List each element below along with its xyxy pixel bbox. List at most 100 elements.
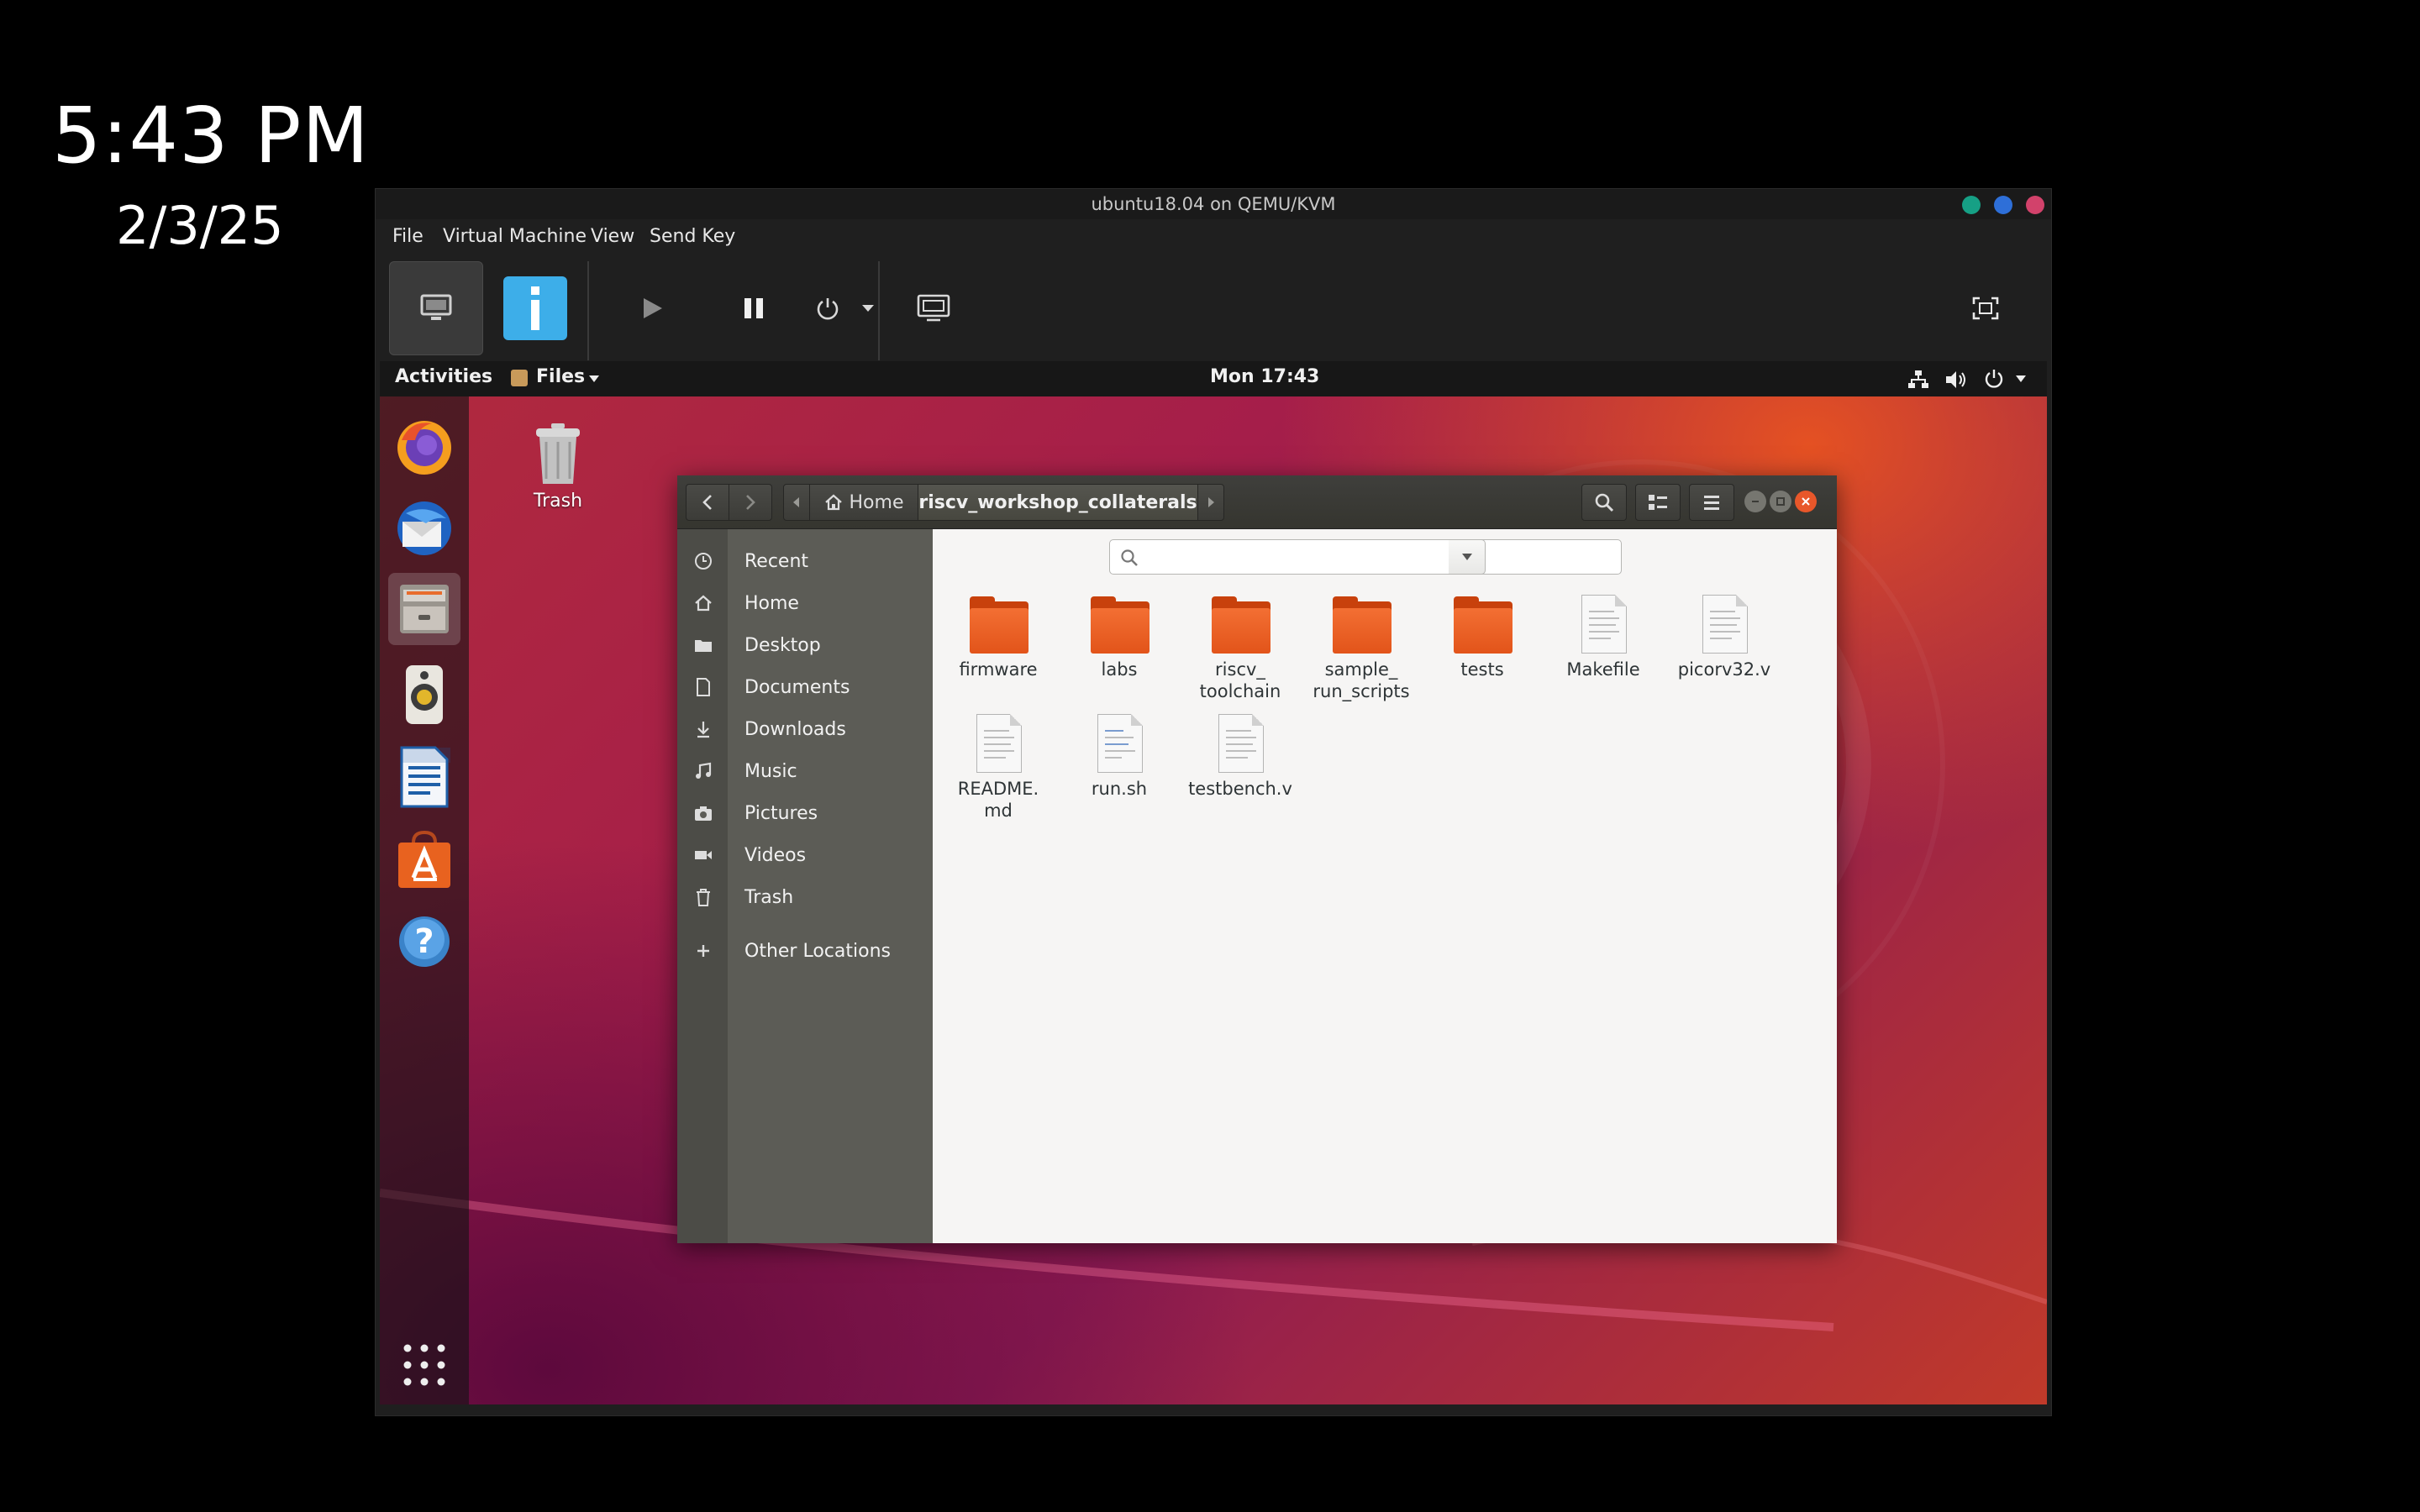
maximize-button[interactable] <box>1994 196 2012 214</box>
sidebar-item-other-locations[interactable]: Other Locations <box>677 930 933 972</box>
desktop-trash[interactable]: Trash <box>514 417 602 517</box>
folder-icon <box>1333 595 1392 655</box>
folder-icon <box>1091 595 1150 655</box>
sidebar-item-label: Downloads <box>744 719 846 740</box>
back-button[interactable] <box>686 484 729 521</box>
folder-icon <box>970 595 1028 655</box>
sidebar-item-recent[interactable]: Recent <box>677 540 933 582</box>
sidebar-item-music[interactable]: Music <box>677 750 933 792</box>
sidebar-item-home[interactable]: Home <box>677 582 933 624</box>
file-item[interactable]: run.sh <box>1062 714 1176 832</box>
dock-help[interactable]: ? <box>388 906 460 978</box>
sidebar-item-trash[interactable]: Trash <box>677 876 933 918</box>
file-item[interactable]: Makefile <box>1546 595 1660 712</box>
view-toggle-button[interactable] <box>1635 484 1681 521</box>
chevron-left-icon <box>702 495 712 510</box>
sidebar-item-label: Pictures <box>744 803 818 824</box>
file-view[interactable]: firmware labs riscv_ toolchain sample_ r… <box>933 529 1837 1243</box>
file-item-label: tests <box>1460 659 1504 680</box>
network-icon[interactable] <box>1907 370 1929 390</box>
dock-ubuntu-software[interactable] <box>388 823 460 895</box>
host-clock-time: 5:43 PM <box>52 91 370 181</box>
search-icon <box>1121 549 1138 566</box>
dock-rhythmbox[interactable] <box>388 659 460 731</box>
path-current-button[interactable]: riscv_workshop_collaterals <box>918 484 1198 521</box>
file-item[interactable]: picorv32.v <box>1667 595 1781 712</box>
search-button[interactable] <box>1581 484 1627 521</box>
folder-item[interactable]: riscv_ toolchain <box>1183 595 1297 712</box>
window-close-button[interactable] <box>1795 491 1817 512</box>
path-home-button[interactable]: Home <box>809 484 918 521</box>
clock-icon <box>695 553 712 570</box>
dock-libreoffice-writer[interactable] <box>388 741 460 813</box>
show-applications-button[interactable] <box>388 1329 460 1401</box>
sidebar-item-pictures[interactable]: Pictures <box>677 792 933 834</box>
maximize-icon <box>1776 497 1785 506</box>
folder-item[interactable]: firmware <box>941 595 1055 712</box>
dock-firefox[interactable] <box>388 410 460 482</box>
forward-button[interactable] <box>729 484 772 521</box>
gnome-topbar: Activities Files Mon 17:43 <box>380 361 2047 396</box>
file-item-label: sample_ run_scripts <box>1313 659 1410 701</box>
window-maximize-button[interactable] <box>1770 491 1791 512</box>
file-item[interactable]: testbench.v <box>1183 714 1297 832</box>
topbar-clock[interactable]: Mon 17:43 <box>1210 366 1319 387</box>
fullscreen-button[interactable] <box>1939 261 2033 355</box>
search-input[interactable] <box>1109 539 1622 575</box>
files-app-icon <box>511 370 528 386</box>
sidebar-item-desktop[interactable]: Desktop <box>677 624 933 666</box>
text-file-icon <box>1212 714 1270 774</box>
chevron-down-icon <box>1461 554 1472 560</box>
close-button[interactable] <box>2026 196 2044 214</box>
chevron-down-icon[interactable] <box>2015 375 2027 383</box>
folder-item[interactable]: sample_ run_scripts <box>1304 595 1418 712</box>
files-headerbar: Home riscv_workshop_collaterals <box>677 475 1837 529</box>
details-view-button[interactable] <box>503 276 567 340</box>
help-icon: ? <box>399 916 450 967</box>
snapshots-button[interactable] <box>886 261 981 355</box>
path-scroll-left-button[interactable] <box>783 484 810 521</box>
path-home-label: Home <box>849 491 904 513</box>
shutdown-menu-button[interactable] <box>851 261 885 355</box>
folder-item[interactable]: tests <box>1425 595 1539 712</box>
sidebar-item-downloads[interactable]: Downloads <box>677 708 933 750</box>
power-icon <box>817 298 839 320</box>
folder-item[interactable]: labs <box>1062 595 1176 712</box>
power-icon[interactable] <box>1983 368 2005 390</box>
menu-virtual-machine[interactable]: Virtual Machine <box>443 226 587 247</box>
volume-icon[interactable] <box>1944 370 1968 390</box>
sidebar-item-videos[interactable]: Videos <box>677 834 933 876</box>
console-view-button[interactable] <box>389 261 483 355</box>
sidebar-item-documents[interactable]: Documents <box>677 666 933 708</box>
files-window: Home riscv_workshop_collaterals Recent H… <box>677 475 1837 1243</box>
toolbar-separator <box>878 261 880 360</box>
firefox-icon <box>397 421 451 475</box>
triangle-right-icon <box>1208 497 1214 507</box>
dock: ? <box>380 396 469 1404</box>
window-minimize-button[interactable] <box>1744 491 1766 512</box>
search-options-button[interactable] <box>1449 539 1486 575</box>
search-icon <box>1595 493 1614 512</box>
folder-icon <box>1212 595 1270 655</box>
guest-desktop[interactable]: Activities Files Mon 17:43 ? Trash Home … <box>380 361 2047 1404</box>
activities-button[interactable]: Activities <box>395 366 492 387</box>
run-button[interactable] <box>606 261 700 355</box>
app-menu-files[interactable]: Files <box>536 366 585 387</box>
file-item-label: run.sh <box>1091 779 1148 799</box>
pause-button[interactable] <box>707 261 801 355</box>
files-icon <box>400 585 449 633</box>
menu-send-key[interactable]: Send Key <box>650 226 735 247</box>
path-current-label: riscv_workshop_collaterals <box>918 491 1197 513</box>
sidebar-item-label: Desktop <box>744 635 821 656</box>
menu-button[interactable] <box>1689 484 1734 521</box>
path-scroll-right-button[interactable] <box>1197 484 1224 521</box>
menu-view[interactable]: View <box>591 226 634 247</box>
menu-file[interactable]: File <box>392 226 424 247</box>
dock-files[interactable] <box>388 573 460 645</box>
minimize-button[interactable] <box>1962 196 1981 214</box>
script-file-icon <box>1091 714 1150 774</box>
chevron-down-icon <box>862 305 874 312</box>
sidebar-item-label: Other Locations <box>744 941 891 962</box>
file-item[interactable]: README. md <box>941 714 1055 832</box>
dock-thunderbird[interactable] <box>388 492 460 564</box>
